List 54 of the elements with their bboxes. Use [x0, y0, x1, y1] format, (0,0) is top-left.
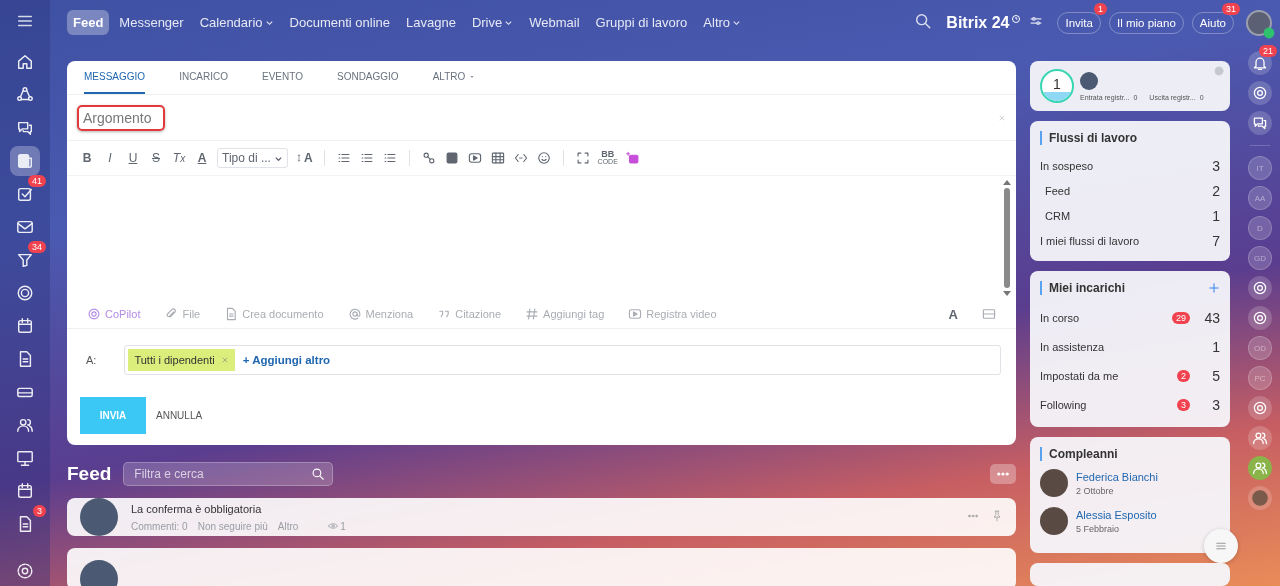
composer-tab[interactable]: SONDAGGIO [336, 61, 399, 94]
recipient-tag[interactable]: Tutti i dipendenti [128, 349, 235, 371]
nav-tab[interactable]: Drive [465, 10, 520, 35]
font-select[interactable]: Tipo di ... [217, 148, 288, 168]
logo[interactable]: Bitrix 24 [946, 13, 1010, 32]
card-title: Flussi di lavoro [1040, 131, 1220, 145]
workflow-row[interactable]: I miei flussi di lavoro 7 [1040, 228, 1220, 253]
add-recipient-link[interactable]: + Aggiungi altro [242, 354, 331, 366]
format-button[interactable]: A [948, 306, 958, 322]
task-row[interactable]: Impostati da me 2 5 [1040, 361, 1220, 390]
text-color-button[interactable]: A [194, 149, 210, 167]
workflow-row[interactable]: CRM 1 [1040, 203, 1220, 228]
person-name-link[interactable]: Alessia Esposito [1076, 508, 1157, 521]
task-row[interactable]: In corso 29 43 [1040, 303, 1220, 332]
font-size-button[interactable]: A [294, 149, 313, 167]
notification-badge: 1 [1093, 2, 1107, 15]
views-count: 1 [328, 520, 346, 532]
recipients-label: A: [86, 354, 97, 366]
strikethrough-button[interactable]: S [148, 149, 164, 167]
composer-tab[interactable]: ALTRO [432, 61, 477, 94]
day-counter[interactable]: 1 [1040, 69, 1074, 103]
italic-button[interactable]: I [102, 149, 118, 167]
nav-tab[interactable]: Documenti online [283, 10, 396, 35]
nav-tab[interactable]: Feed [67, 10, 110, 35]
composer-tab[interactable]: INCARICO [179, 61, 229, 94]
card-title: Compleanni [1040, 447, 1220, 461]
notification-badge: 34 [28, 241, 46, 253]
post-title[interactable]: La conferma è obbligatoria [131, 502, 346, 515]
underline-button[interactable]: U [125, 149, 141, 167]
nav-tab[interactable]: Gruppi di lavoro [589, 10, 694, 35]
person-name-link[interactable]: Federica Bianchi [1076, 470, 1158, 483]
cancel-button[interactable]: ANNULLA [156, 410, 203, 421]
composer-tab[interactable]: EVENTO [262, 61, 303, 94]
birthday-date: 5 Febbraio [1076, 523, 1121, 534]
nav-tab[interactable]: Altro [697, 10, 748, 35]
workflow-row[interactable]: In sospeso 3 [1040, 153, 1220, 178]
notification-badge: 3 [33, 505, 46, 517]
nav-tab[interactable]: Lavagne [400, 10, 462, 35]
nav-tab[interactable]: Webmail [523, 10, 586, 35]
workflow-row[interactable]: Feed 2 [1040, 178, 1220, 203]
task-row[interactable]: Following 3 3 [1040, 390, 1220, 419]
recipients-field[interactable]: Tutti i dipendenti + Aggiungi altro [124, 345, 1001, 375]
notification-badge: 31 [1222, 2, 1240, 15]
subject-field[interactable]: Argomento [77, 104, 165, 131]
card-title: Miei incarichi [1040, 281, 1126, 295]
composer-tab[interactable]: MESSAGGIO [84, 61, 146, 94]
notification-badge: 21 [1259, 45, 1277, 57]
bold-button[interactable]: B [79, 149, 95, 167]
nav-tab[interactable]: Messenger [113, 10, 190, 35]
nav-tab[interactable]: Calendario [193, 10, 280, 35]
notification-badge: 41 [28, 175, 46, 187]
feed-title: Feed [67, 463, 112, 485]
task-row[interactable]: In assistenza 1 [1040, 332, 1220, 361]
birthday-date: 2 Ottobre [1076, 485, 1115, 496]
